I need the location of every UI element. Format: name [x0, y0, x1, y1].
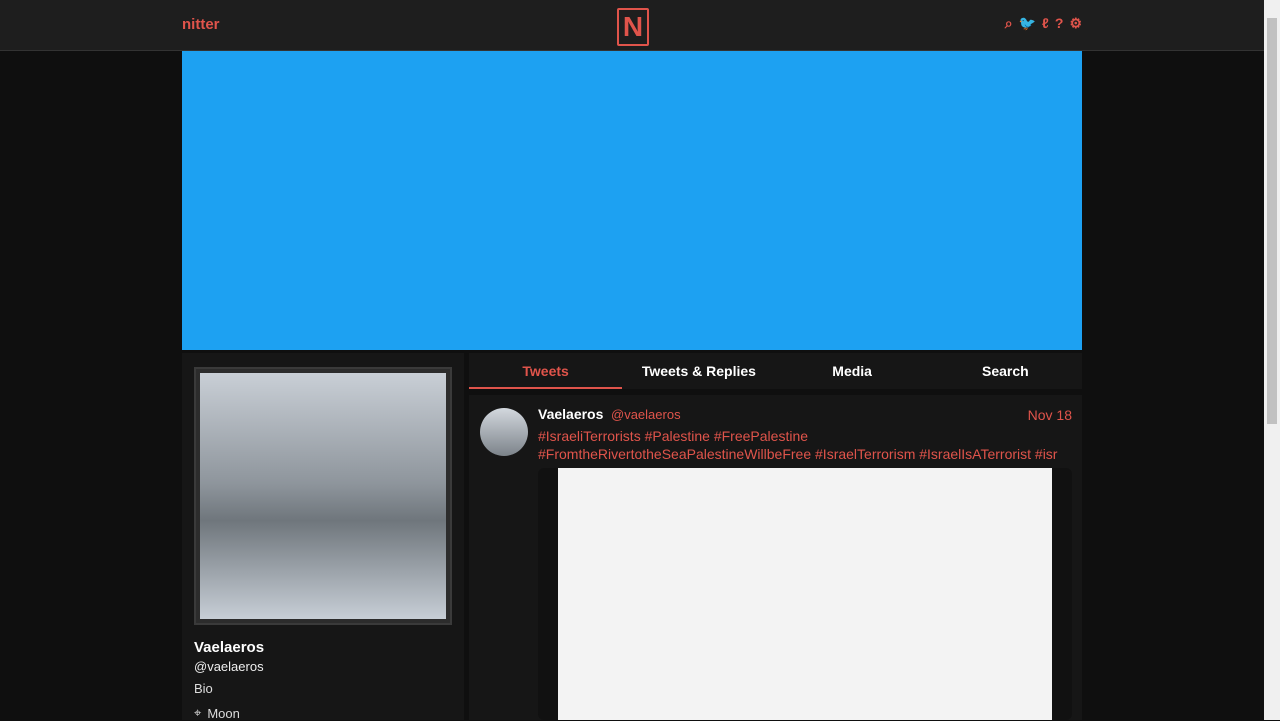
tweet-media[interactable]: [538, 468, 1072, 720]
lp-icon[interactable]: ℓ: [1042, 15, 1049, 32]
settings-icon[interactable]: ⚙: [1069, 15, 1082, 32]
page-scrollbar[interactable]: [1264, 0, 1280, 720]
tweet-date[interactable]: Nov 18: [1028, 407, 1072, 423]
location-label: Moon: [207, 705, 240, 721]
tweet-text: #IsraeliTerrorists #Palestine #FreePales…: [538, 428, 1058, 462]
timeline: Tweets Tweets & Replies Media Search Vae…: [469, 353, 1082, 720]
brand-link[interactable]: nitter: [182, 16, 220, 33]
profile-banner: [182, 51, 1082, 350]
tab-media[interactable]: Media: [776, 353, 929, 389]
top-navigation: nitter N ⌕ 🐦 ℓ ? ⚙: [0, 0, 1264, 51]
tweet-image[interactable]: [558, 468, 1052, 720]
nav-icons: ⌕ 🐦 ℓ ? ⚙: [1005, 15, 1082, 32]
profile-name: Vaelaeros: [194, 639, 265, 656]
tab-tweets[interactable]: Tweets: [469, 353, 623, 389]
tab-tweets-replies[interactable]: Tweets & Replies: [622, 353, 775, 389]
help-icon[interactable]: ?: [1055, 15, 1064, 32]
twitter-icon[interactable]: 🐦: [1019, 15, 1036, 32]
profile-card: Vaelaeros @vaelaeros Bio ⌖ Moon: [182, 353, 464, 721]
profile-handle[interactable]: @vaelaeros: [194, 659, 264, 674]
tweet-author-name[interactable]: Vaelaeros: [538, 406, 603, 422]
nitter-logo[interactable]: N: [617, 8, 649, 46]
location-icon: ⌖: [194, 705, 202, 720]
tweet[interactable]: Vaelaeros @vaelaeros Nov 18 #IsraeliTerr…: [469, 395, 1082, 720]
search-icon[interactable]: ⌕: [1005, 15, 1013, 32]
tweet-avatar[interactable]: [480, 408, 528, 456]
profile-location: ⌖ Moon: [194, 705, 240, 721]
tweet-author-handle[interactable]: @vaelaeros: [611, 407, 681, 422]
tab-search[interactable]: Search: [929, 353, 1082, 389]
profile-bio: Bio: [194, 681, 213, 696]
timeline-tabs: Tweets Tweets & Replies Media Search: [469, 353, 1082, 389]
profile-avatar[interactable]: [194, 367, 452, 625]
